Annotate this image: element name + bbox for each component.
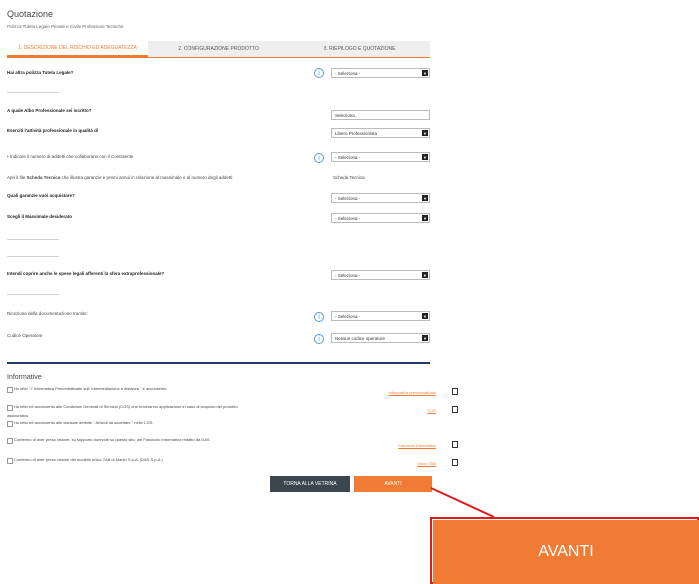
callout-line bbox=[430, 487, 495, 518]
avanti-button-zoomed[interactable]: AVANTI bbox=[433, 520, 699, 584]
